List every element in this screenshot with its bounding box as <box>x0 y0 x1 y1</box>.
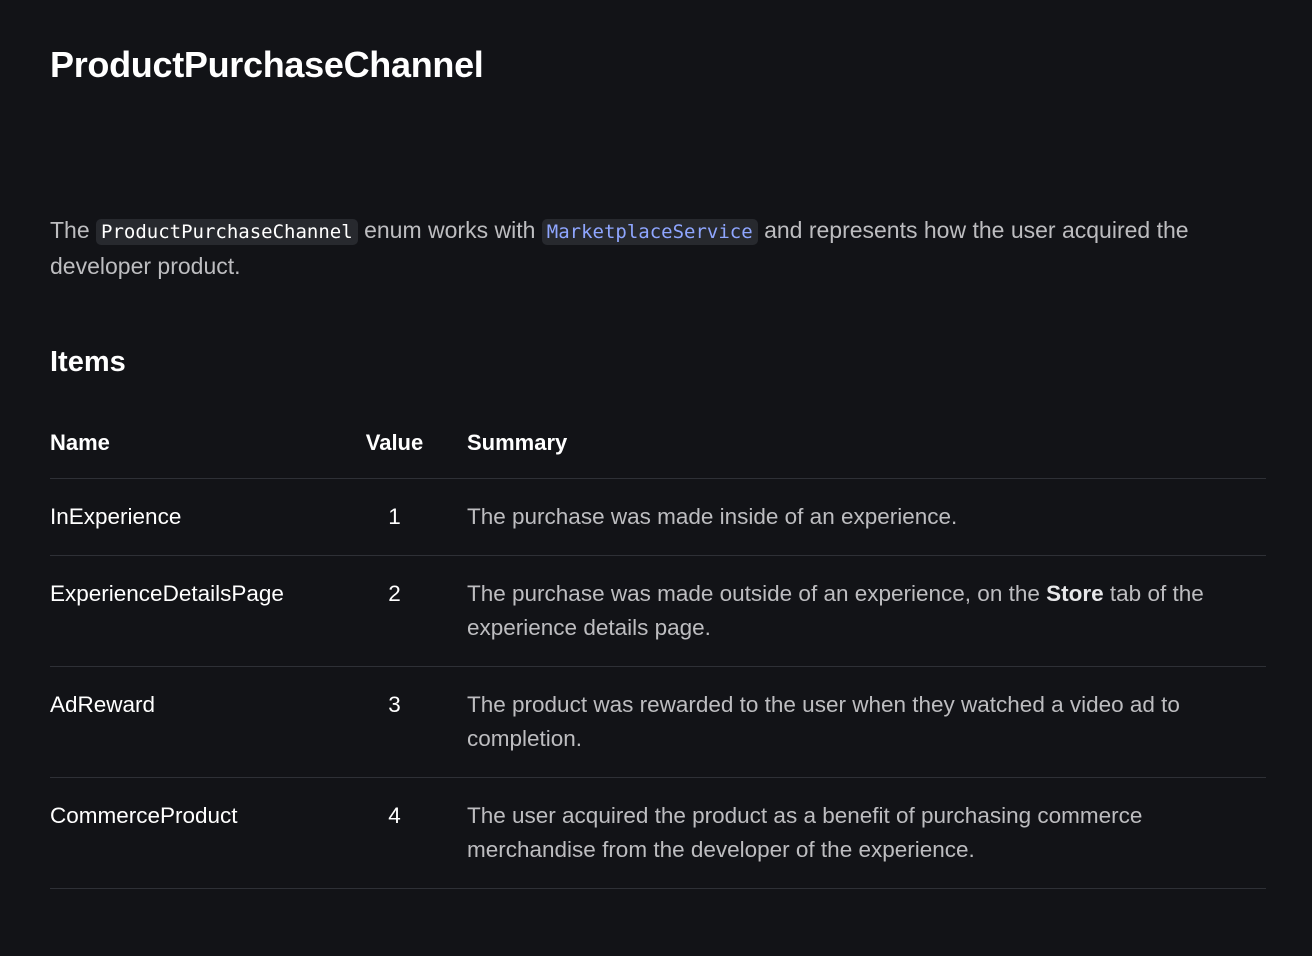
item-name: AdReward <box>50 666 322 778</box>
summary-text: The purchase was made outside of an expe… <box>467 581 1040 606</box>
intro-prefix: The <box>50 217 90 243</box>
item-name: CommerceProduct <box>50 777 322 889</box>
item-summary: The product was rewarded to the user whe… <box>467 666 1266 778</box>
item-name: InExperience <box>50 478 322 556</box>
table-header-row: Name Value Summary <box>50 408 1266 479</box>
intro-middle: enum works with <box>364 217 536 243</box>
item-summary: The purchase was made outside of an expe… <box>467 555 1266 667</box>
table-row: ExperienceDetailsPage 2 The purchase was… <box>50 555 1266 667</box>
item-summary: The purchase was made inside of an exper… <box>467 478 1266 556</box>
item-name: ExperienceDetailsPage <box>50 555 322 667</box>
docs-page: ProductPurchaseChannel The ProductPurcha… <box>0 0 1312 956</box>
table-row: InExperience 1 The purchase was made ins… <box>50 478 1266 556</box>
marketplace-service-link[interactable]: MarketplaceService <box>541 219 758 245</box>
header-summary: Summary <box>467 408 1266 479</box>
items-heading: Items <box>50 346 126 378</box>
items-table: Name Value Summary InExperience 1 The pu… <box>50 408 1266 889</box>
header-value: Value <box>322 408 467 479</box>
item-value: 4 <box>322 777 467 889</box>
summary-text: The purchase was made inside of an exper… <box>467 504 958 529</box>
summary-text: The product was rewarded to the user whe… <box>467 692 1180 751</box>
item-value: 1 <box>322 478 467 556</box>
enum-code: ProductPurchaseChannel <box>96 219 358 245</box>
page-title: ProductPurchaseChannel <box>50 44 484 85</box>
table-row: AdReward 3 The product was rewarded to t… <box>50 666 1266 778</box>
item-summary: The user acquired the product as a benef… <box>467 777 1266 889</box>
table-row: CommerceProduct 4 The user acquired the … <box>50 777 1266 889</box>
summary-bold-store: Store <box>1046 581 1104 606</box>
item-value: 3 <box>322 666 467 778</box>
intro-paragraph: The ProductPurchaseChannel enum works wi… <box>50 213 1266 283</box>
item-value: 2 <box>322 555 467 667</box>
summary-text: The user acquired the product as a benef… <box>467 803 1143 862</box>
header-name: Name <box>50 408 322 479</box>
